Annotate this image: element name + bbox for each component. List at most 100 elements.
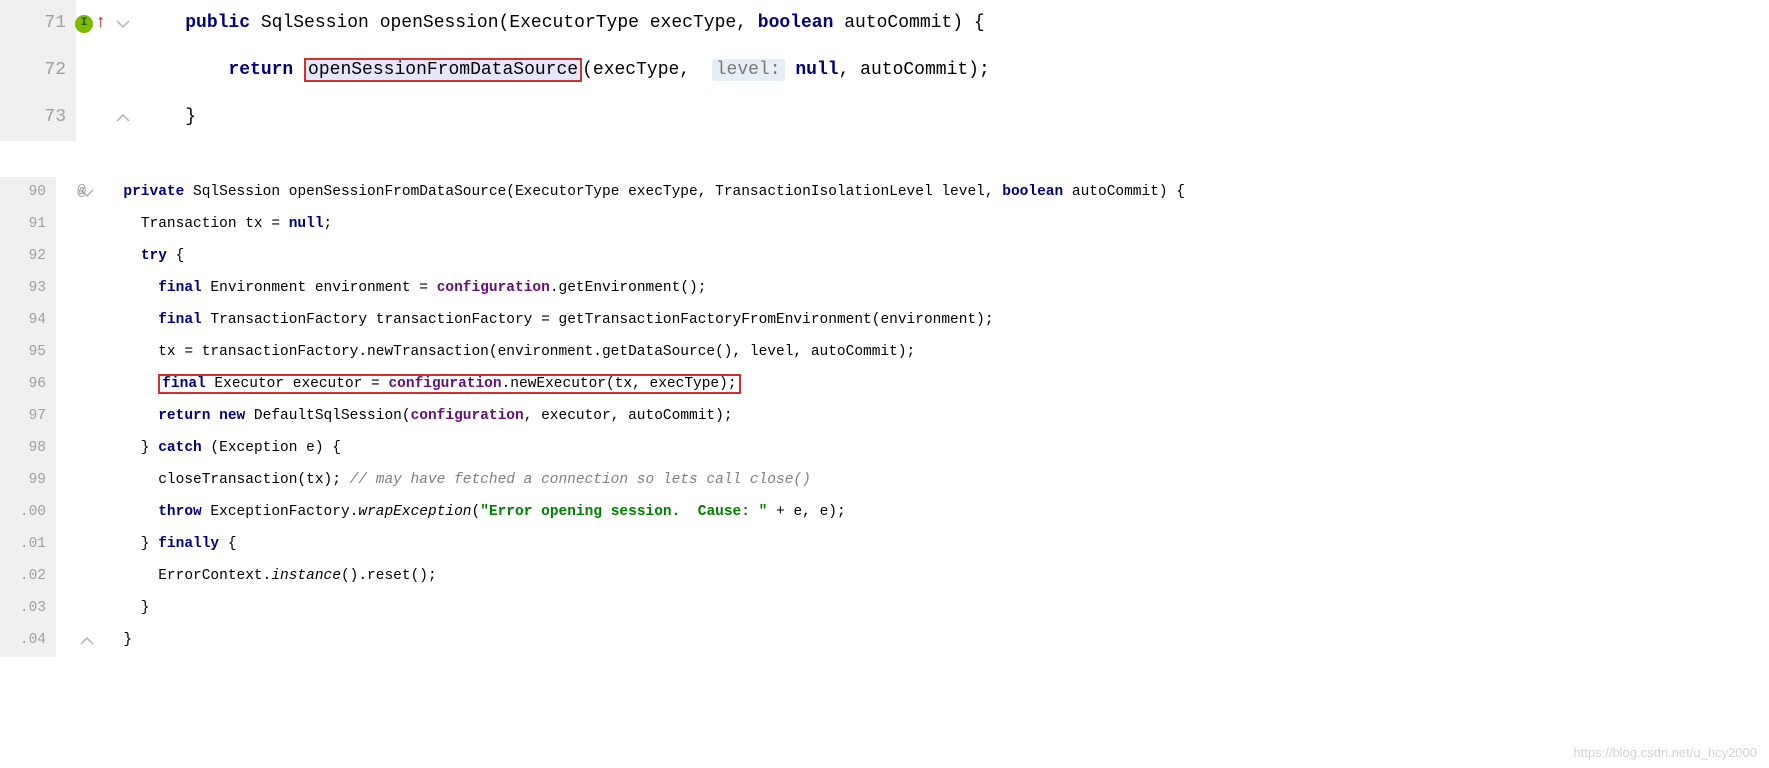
- block-divider: [0, 141, 1769, 177]
- line-number[interactable]: 93: [0, 273, 56, 305]
- line-number[interactable]: 91: [0, 209, 56, 241]
- code-line[interactable]: 93 final Environment environment = confi…: [0, 273, 1769, 305]
- line-number[interactable]: .02: [0, 561, 56, 593]
- code-line[interactable]: 90@ private SqlSession openSessionFromDa…: [0, 177, 1769, 209]
- code-token: }: [106, 632, 132, 648]
- code-token: throw: [158, 504, 202, 520]
- code-content[interactable]: final Environment environment = configur…: [100, 277, 706, 300]
- code-content[interactable]: } catch (Exception e) {: [100, 437, 341, 460]
- code-token: tx = transactionFactory.newTransaction(e…: [106, 344, 915, 360]
- fold-gutter: [56, 529, 100, 561]
- code-token: }: [106, 536, 158, 552]
- code-token: .getEnvironment();: [550, 280, 707, 296]
- code-token: SqlSession: [261, 13, 369, 33]
- code-line[interactable]: 99 closeTransaction(tx); // may have fet…: [0, 465, 1769, 497]
- fold-gutter: [56, 209, 100, 241]
- code-content[interactable]: ErrorContext.instance().reset();: [100, 565, 437, 588]
- line-number[interactable]: 72: [0, 47, 76, 94]
- code-line[interactable]: .02 ErrorContext.instance().reset();: [0, 561, 1769, 593]
- line-number[interactable]: 98: [0, 433, 56, 465]
- code-token: configuration: [411, 408, 524, 424]
- code-line[interactable]: 71I↑ public SqlSession openSession(Execu…: [0, 0, 1769, 47]
- code-line[interactable]: 95 tx = transactionFactory.newTransactio…: [0, 337, 1769, 369]
- line-number[interactable]: 92: [0, 241, 56, 273]
- code-line[interactable]: 96 final Executor executor = configurati…: [0, 369, 1769, 401]
- line-number[interactable]: .03: [0, 593, 56, 625]
- code-token: level:: [712, 59, 785, 81]
- code-token: finally: [158, 536, 219, 552]
- code-content[interactable]: tx = transactionFactory.newTransaction(e…: [100, 341, 915, 364]
- code-token: Environment environment =: [202, 280, 437, 296]
- code-content[interactable]: private SqlSession openSessionFromDataSo…: [100, 181, 1185, 204]
- code-content[interactable]: }: [100, 629, 132, 652]
- code-token: [106, 408, 158, 424]
- code-token: final: [158, 312, 202, 328]
- code-token: [106, 280, 158, 296]
- fold-gutter: [56, 465, 100, 497]
- code-line[interactable]: .04 }: [0, 625, 1769, 657]
- code-content[interactable]: }: [136, 103, 196, 132]
- code-token: [293, 60, 304, 80]
- override-icon[interactable]: I: [75, 15, 93, 33]
- code-token: , executor, autoCommit);: [524, 408, 733, 424]
- code-token: public: [185, 13, 250, 33]
- code-token: {: [219, 536, 236, 552]
- code-token: openSessionFromDataSource: [304, 58, 582, 82]
- code-token: null: [795, 60, 838, 80]
- code-token: [184, 184, 193, 200]
- annotation-icon[interactable]: @: [77, 181, 86, 204]
- code-line[interactable]: 94 final TransactionFactory transactionF…: [0, 305, 1769, 337]
- code-content[interactable]: return new DefaultSqlSession(configurati…: [100, 405, 733, 428]
- code-content[interactable]: }: [100, 597, 150, 620]
- fold-gutter: [56, 593, 100, 625]
- code-content[interactable]: try {: [100, 245, 184, 268]
- line-number[interactable]: 97: [0, 401, 56, 433]
- code-content[interactable]: closeTransaction(tx); // may have fetche…: [100, 469, 811, 492]
- code-token: (: [499, 13, 510, 33]
- code-token: DefaultSqlSession(: [245, 408, 410, 424]
- code-content[interactable]: Transaction tx = null;: [100, 213, 332, 236]
- code-line[interactable]: 72 return openSessionFromDataSource(exec…: [0, 47, 1769, 94]
- line-number[interactable]: .01: [0, 529, 56, 561]
- code-content[interactable]: public SqlSession openSession(ExecutorTy…: [136, 9, 985, 38]
- code-line[interactable]: .01 } finally {: [0, 529, 1769, 561]
- line-number[interactable]: .00: [0, 497, 56, 529]
- arrow-up-icon: ↑: [95, 9, 106, 38]
- line-number[interactable]: 96: [0, 369, 56, 401]
- line-number[interactable]: 90@: [0, 177, 56, 209]
- line-number[interactable]: 95: [0, 337, 56, 369]
- code-token: private: [123, 184, 184, 200]
- code-line[interactable]: 91 Transaction tx = null;: [0, 209, 1769, 241]
- code-block-2: 90@ private SqlSession openSessionFromDa…: [0, 177, 1769, 657]
- line-number[interactable]: 73: [0, 94, 76, 141]
- code-token: boolean: [758, 13, 834, 33]
- code-content[interactable]: } finally {: [100, 533, 237, 556]
- code-content[interactable]: throw ExceptionFactory.wrapException("Er…: [100, 501, 846, 524]
- code-content[interactable]: return openSessionFromDataSource(execTyp…: [136, 56, 990, 85]
- line-number[interactable]: .04: [0, 625, 56, 657]
- code-line[interactable]: 98 } catch (Exception e) {: [0, 433, 1769, 465]
- code-line[interactable]: 73 }: [0, 94, 1769, 141]
- line-number[interactable]: 94: [0, 305, 56, 337]
- line-number[interactable]: 71I↑: [0, 0, 76, 47]
- line-number[interactable]: 99: [0, 465, 56, 497]
- code-token: ErrorContext.: [106, 568, 271, 584]
- code-token: autoCommit) {: [1063, 184, 1185, 200]
- code-token: }: [106, 440, 158, 456]
- code-line[interactable]: 92 try {: [0, 241, 1769, 273]
- code-content[interactable]: final TransactionFactory transactionFact…: [100, 309, 994, 332]
- code-token: closeTransaction(tx);: [106, 472, 350, 488]
- fold-gutter[interactable]: [56, 625, 100, 657]
- code-line[interactable]: .03 }: [0, 593, 1769, 625]
- code-token: wrapException: [358, 504, 471, 520]
- code-token: TransactionFactory transactionFactory = …: [202, 312, 994, 328]
- code-content[interactable]: final Executor executor = configuration.…: [100, 373, 741, 396]
- code-token: [142, 13, 185, 33]
- code-token: try: [141, 248, 167, 264]
- code-token: (Exception e) {: [202, 440, 341, 456]
- code-token: [106, 312, 158, 328]
- code-line[interactable]: .00 throw ExceptionFactory.wrapException…: [0, 497, 1769, 529]
- fold-gutter[interactable]: [76, 94, 136, 141]
- code-line[interactable]: 97 return new DefaultSqlSession(configur…: [0, 401, 1769, 433]
- code-token: Executor executor =: [206, 376, 389, 392]
